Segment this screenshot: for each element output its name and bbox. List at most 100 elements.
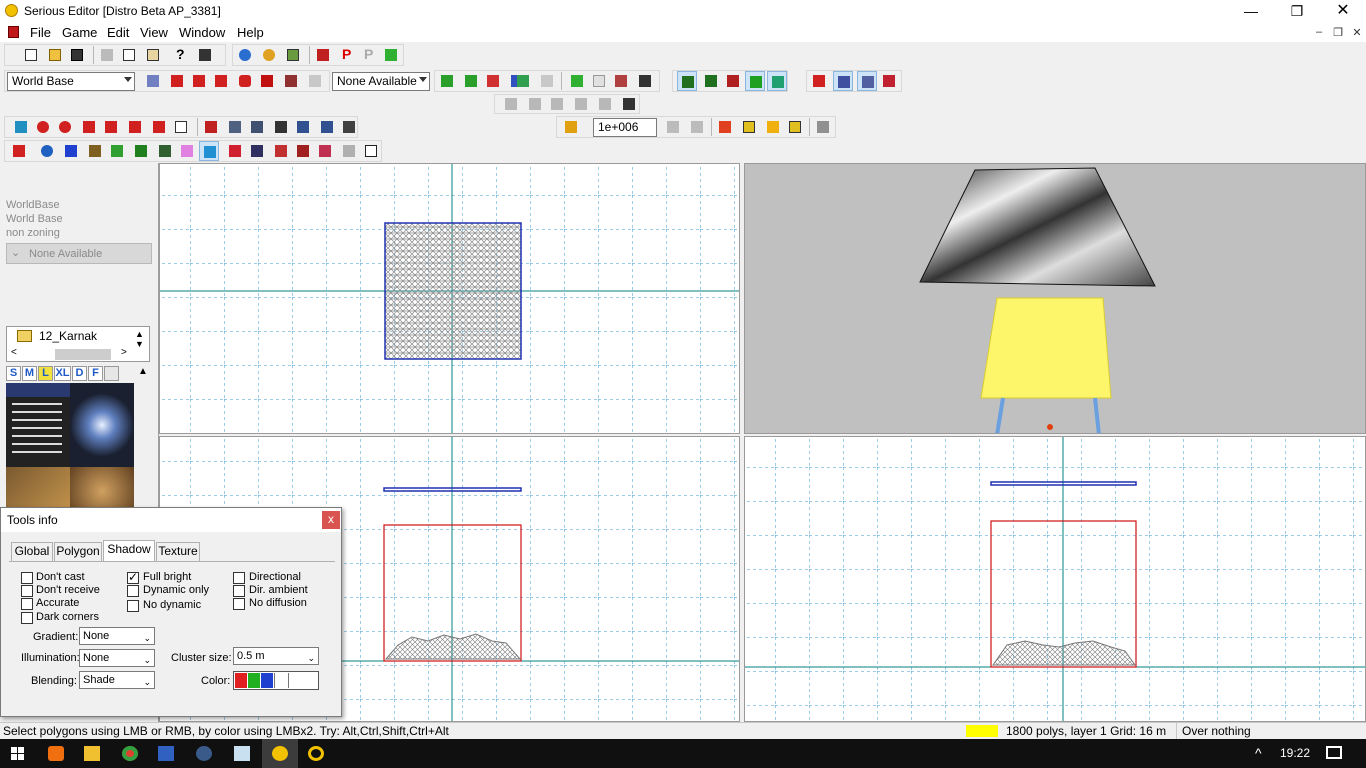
tools-icon[interactable] bbox=[225, 117, 245, 137]
mode-line-icon[interactable] bbox=[177, 141, 197, 161]
tray-chevron-icon[interactable]: ^ bbox=[1255, 745, 1262, 761]
down-arrow-icon[interactable] bbox=[9, 141, 29, 161]
menu-game[interactable]: Game bbox=[62, 25, 97, 40]
p-disabled-button[interactable]: P bbox=[359, 45, 379, 65]
texture-energy[interactable] bbox=[70, 383, 134, 467]
mode-camera-icon[interactable] bbox=[247, 141, 267, 161]
mode-grid-icon[interactable] bbox=[107, 141, 127, 161]
picture-frame2-icon[interactable] bbox=[317, 117, 337, 137]
calculator-icon[interactable] bbox=[148, 739, 184, 768]
directional-checkbox[interactable] bbox=[233, 572, 245, 584]
mode-globe-icon[interactable] bbox=[37, 141, 57, 161]
size-l-button[interactable]: L bbox=[38, 366, 53, 381]
csg-sub-icon[interactable] bbox=[189, 71, 209, 91]
grid-view-icon[interactable] bbox=[11, 117, 31, 137]
mode-cut-icon[interactable] bbox=[225, 141, 245, 161]
dont-receive-checkbox[interactable] bbox=[21, 585, 33, 597]
box-yellow2-icon[interactable] bbox=[785, 117, 805, 137]
spark-icon[interactable] bbox=[763, 117, 783, 137]
detail-button[interactable]: D bbox=[72, 366, 87, 381]
grid-snap-button[interactable] bbox=[833, 71, 853, 91]
world-combo[interactable]: World Base bbox=[7, 72, 135, 91]
align-disabled2-icon[interactable] bbox=[687, 117, 707, 137]
layer-check-button[interactable] bbox=[745, 71, 765, 91]
mode-anchor-icon[interactable] bbox=[85, 141, 105, 161]
gradient-select[interactable]: None ⌄ bbox=[79, 627, 155, 645]
arrow-red4-icon[interactable] bbox=[149, 117, 169, 137]
mode-cross-icon[interactable] bbox=[61, 141, 81, 161]
chrome-icon[interactable] bbox=[112, 739, 148, 768]
new-file-button[interactable] bbox=[21, 45, 41, 65]
copy-button[interactable] bbox=[119, 45, 139, 65]
tab-global[interactable]: Global bbox=[11, 542, 53, 561]
scissors-icon[interactable] bbox=[635, 71, 655, 91]
save-file-button[interactable] bbox=[67, 45, 87, 65]
csg-clone-icon[interactable] bbox=[281, 71, 301, 91]
no-diffusion-checkbox[interactable] bbox=[233, 598, 245, 610]
light-red-icon[interactable] bbox=[33, 117, 53, 137]
grid-toggle-button[interactable] bbox=[857, 71, 877, 91]
picture-icon[interactable] bbox=[283, 45, 303, 65]
tools-info-close-button[interactable]: x bbox=[322, 511, 340, 529]
layer-green2-button[interactable] bbox=[701, 71, 721, 91]
texture-stone2[interactable] bbox=[70, 467, 134, 507]
scroll-down-icon[interactable]: ▼ bbox=[135, 339, 144, 349]
dark-corners-checkbox[interactable] bbox=[21, 612, 33, 624]
properties-button[interactable] bbox=[195, 45, 215, 65]
view-disabled2-icon[interactable] bbox=[525, 94, 545, 114]
polygon-red-icon[interactable] bbox=[483, 71, 503, 91]
align-disabled-icon[interactable] bbox=[663, 117, 683, 137]
texture-browser[interactable] bbox=[6, 383, 134, 507]
polygon-green-icon[interactable] bbox=[437, 71, 457, 91]
notifications-icon[interactable] bbox=[1326, 746, 1342, 759]
size-m-button[interactable]: M bbox=[22, 366, 37, 381]
menu-edit[interactable]: Edit bbox=[107, 25, 129, 40]
dir-ambient-checkbox[interactable] bbox=[233, 585, 245, 597]
mode-box-icon[interactable] bbox=[315, 141, 335, 161]
texture-hieroglyphs[interactable] bbox=[6, 383, 70, 467]
dont-cast-checkbox[interactable] bbox=[21, 572, 33, 584]
size-s-button[interactable]: S bbox=[6, 366, 21, 381]
brush-tool-icon[interactable] bbox=[143, 71, 163, 91]
dynamic-only-checkbox[interactable] bbox=[127, 585, 139, 597]
arrow-red2-icon[interactable] bbox=[101, 117, 121, 137]
texture-stone1[interactable] bbox=[6, 467, 70, 507]
view-disabled3-icon[interactable] bbox=[547, 94, 567, 114]
cut-button[interactable] bbox=[97, 45, 117, 65]
csg-join-icon[interactable] bbox=[235, 71, 255, 91]
tab-shadow[interactable]: Shadow bbox=[103, 540, 155, 562]
polygon-green2-icon[interactable] bbox=[461, 71, 481, 91]
globe-icon[interactable] bbox=[235, 45, 255, 65]
tab-polygon[interactable]: Polygon bbox=[54, 542, 102, 561]
mode-brush-icon[interactable] bbox=[271, 141, 291, 161]
close-button[interactable]: ✕ bbox=[1320, 0, 1366, 22]
tree-icon[interactable] bbox=[589, 71, 609, 91]
minimize-button[interactable]: — bbox=[1228, 0, 1274, 22]
viewport-side[interactable] bbox=[744, 436, 1366, 722]
tab-texture[interactable]: Texture bbox=[156, 542, 200, 561]
no-dynamic-checkbox[interactable] bbox=[127, 600, 139, 612]
maximize-button[interactable]: ❐ bbox=[1274, 0, 1320, 22]
full-bright-checkbox[interactable] bbox=[127, 570, 139, 584]
menu-view[interactable]: View bbox=[140, 25, 168, 40]
mode-select-button[interactable] bbox=[199, 141, 219, 161]
lightning-icon[interactable] bbox=[561, 117, 581, 137]
color-picker[interactable] bbox=[233, 671, 319, 690]
folder-tree[interactable]: 12_Karnak ▲ ▼ < > bbox=[6, 326, 150, 362]
p-button[interactable]: P bbox=[337, 45, 357, 65]
viewport-perspective[interactable] bbox=[744, 163, 1366, 434]
arrow-red-icon[interactable] bbox=[79, 117, 99, 137]
serious-editor-task[interactable] bbox=[262, 739, 298, 768]
view-film-icon[interactable] bbox=[619, 94, 639, 114]
help-button[interactable]: ? bbox=[171, 45, 191, 65]
box-yellow-icon[interactable] bbox=[739, 117, 759, 137]
start-button[interactable] bbox=[0, 739, 36, 768]
thumb-scroll-up-icon[interactable]: ▲ bbox=[138, 366, 148, 377]
mode-path-icon[interactable] bbox=[155, 141, 175, 161]
measure-icon[interactable] bbox=[247, 117, 267, 137]
cube-icon[interactable] bbox=[171, 117, 191, 137]
illumination-select[interactable]: None ⌄ bbox=[79, 649, 155, 667]
mode-box-dark-icon[interactable] bbox=[361, 141, 381, 161]
csg-split-icon[interactable] bbox=[211, 71, 231, 91]
steam-icon[interactable] bbox=[186, 739, 222, 768]
